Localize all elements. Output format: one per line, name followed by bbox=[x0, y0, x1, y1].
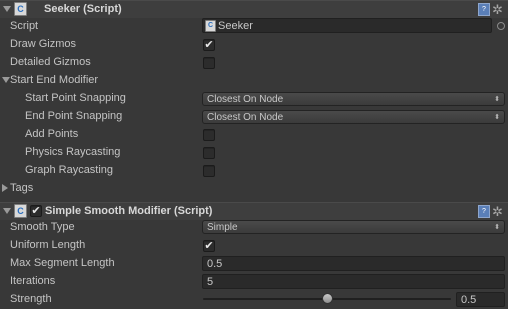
strength-label: Strength bbox=[10, 293, 52, 305]
seeker-foldout-arrow-icon[interactable] bbox=[3, 6, 11, 12]
start-end-modifier-label[interactable]: Start End Modifier bbox=[10, 72, 98, 88]
script-object-value: Seeker bbox=[218, 20, 253, 32]
start-point-snapping-value: Closest On Node bbox=[207, 94, 284, 105]
add-points-checkbox[interactable] bbox=[203, 129, 215, 141]
graph-raycasting-label: Graph Raycasting bbox=[25, 164, 114, 176]
simple-smooth-title: Simple Smooth Modifier (Script) bbox=[45, 205, 213, 217]
smooth-type-dropdown[interactable]: Simple ⬍ bbox=[202, 220, 505, 234]
start-point-snapping-dropdown[interactable]: Closest On Node ⬍ bbox=[202, 92, 505, 106]
max-segment-length-label: Max Segment Length bbox=[10, 257, 115, 269]
detailed-gizmos-checkbox[interactable] bbox=[203, 57, 215, 69]
strength-slider-thumb[interactable] bbox=[322, 293, 333, 304]
gear-icon[interactable]: ✲ bbox=[492, 205, 503, 218]
iterations-input[interactable]: 5 bbox=[202, 274, 505, 289]
max-segment-length-input[interactable]: 0.5 bbox=[202, 256, 505, 271]
physics-raycasting-checkbox[interactable] bbox=[203, 147, 215, 159]
draw-gizmos-checkbox[interactable]: ✔ bbox=[203, 39, 215, 51]
dropdown-arrow-icon: ⬍ bbox=[494, 114, 500, 121]
dropdown-arrow-icon: ⬍ bbox=[494, 224, 500, 231]
script-file-icon: C bbox=[205, 20, 216, 32]
help-book-icon[interactable]: ? bbox=[478, 3, 490, 16]
gear-icon[interactable]: ✲ bbox=[492, 3, 503, 16]
draw-gizmos-label: Draw Gizmos bbox=[10, 38, 77, 50]
csharp-script-icon: C bbox=[14, 204, 27, 218]
physics-raycasting-label: Physics Raycasting bbox=[25, 146, 121, 158]
iterations-label: Iterations bbox=[10, 275, 56, 287]
uniform-length-label: Uniform Length bbox=[10, 239, 86, 251]
dropdown-arrow-icon: ⬍ bbox=[494, 96, 500, 103]
smooth-type-label: Smooth Type bbox=[10, 221, 75, 233]
strength-input[interactable]: 0.5 bbox=[456, 292, 505, 307]
csharp-script-icon: C bbox=[14, 2, 27, 16]
simple-smooth-foldout-arrow-icon[interactable] bbox=[3, 208, 11, 214]
add-points-label: Add Points bbox=[25, 128, 79, 140]
end-point-snapping-dropdown[interactable]: Closest On Node ⬍ bbox=[202, 110, 505, 124]
simple-smooth-component-header[interactable]: C ✔ Simple Smooth Modifier (Script) ? ✲ bbox=[0, 202, 508, 220]
seeker-component-header[interactable]: C Seeker (Script) ? ✲ bbox=[0, 0, 508, 18]
uniform-length-checkbox[interactable]: ✔ bbox=[203, 240, 215, 252]
script-object-field[interactable]: C Seeker bbox=[202, 18, 492, 33]
script-label: Script bbox=[10, 20, 39, 32]
detailed-gizmos-label: Detailed Gizmos bbox=[10, 56, 91, 68]
start-point-snapping-label: Start Point Snapping bbox=[25, 92, 126, 104]
object-picker-icon[interactable] bbox=[497, 22, 505, 30]
seeker-title: Seeker (Script) bbox=[44, 3, 122, 15]
tags-label[interactable]: Tags bbox=[10, 180, 33, 196]
smooth-type-value: Simple bbox=[207, 222, 238, 233]
start-end-modifier-foldout-icon[interactable] bbox=[2, 77, 10, 83]
help-book-icon[interactable]: ? bbox=[478, 205, 490, 218]
component-enabled-checkbox[interactable]: ✔ bbox=[30, 205, 42, 217]
end-point-snapping-label: End Point Snapping bbox=[25, 110, 123, 122]
end-point-snapping-value: Closest On Node bbox=[207, 112, 284, 123]
graph-raycasting-checkbox[interactable] bbox=[203, 165, 215, 177]
tags-foldout-icon[interactable] bbox=[2, 184, 8, 192]
